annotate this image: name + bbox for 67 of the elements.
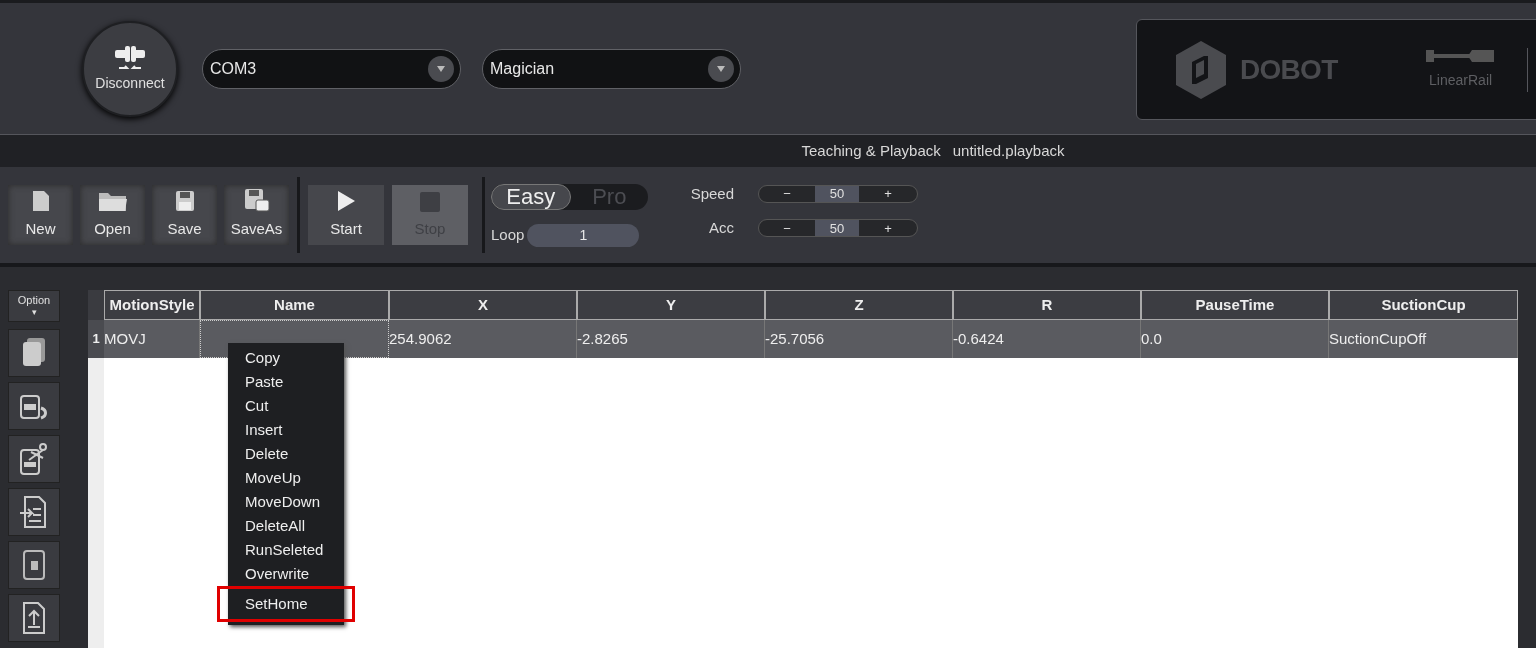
play-icon <box>336 189 356 212</box>
loop-field[interactable]: 1 <box>527 223 640 247</box>
column-header[interactable]: Z <box>765 290 953 320</box>
menu-item[interactable]: Insert <box>228 418 344 442</box>
menu-item[interactable]: Copy <box>228 346 344 370</box>
table-cell: -0.6424 <box>953 320 1141 358</box>
stepper-label: Acc <box>708 218 734 238</box>
logo-text: DOBOT <box>1240 52 1338 87</box>
option-button[interactable]: Option ▾ <box>8 290 60 322</box>
toolbar-button[interactable]: New <box>8 185 73 245</box>
menu-item[interactable]: Cut <box>228 394 344 418</box>
side-tool-button[interactable] <box>8 382 60 430</box>
column-header[interactable]: Y <box>577 290 765 320</box>
table-cell: SuctionCupOff <box>1329 320 1518 358</box>
stop-icon <box>420 191 440 212</box>
side-tool-button[interactable] <box>8 594 60 642</box>
disconnect-button[interactable]: Disconnect <box>82 20 178 117</box>
table-cell: -25.7056 <box>765 320 953 358</box>
dropdown-caret-icon <box>428 55 454 82</box>
toolbar-button[interactable]: SaveAs <box>224 185 289 245</box>
side-tool-button[interactable] <box>8 488 60 536</box>
device-dropdown[interactable]: Magician <box>482 48 741 89</box>
mode-tab[interactable]: Easy <box>491 183 571 210</box>
table-cell: 0.0 <box>1141 320 1329 358</box>
side-tool-button[interactable] <box>8 435 60 483</box>
upload-document-icon <box>22 601 46 635</box>
toolbar-button[interactable]: Start <box>308 185 384 245</box>
loop-label: Loop <box>491 224 525 245</box>
module-title: Teaching & Playback <box>801 140 941 161</box>
column-header[interactable]: SuctionCup <box>1329 290 1518 320</box>
column-header[interactable]: PauseTime <box>1141 290 1329 320</box>
menu-item[interactable]: MoveUp <box>228 466 344 490</box>
document-icon <box>22 549 46 581</box>
header-corner <box>88 290 104 320</box>
row-number: 1 <box>88 320 104 358</box>
file-name: untitled.playback <box>952 140 1065 161</box>
stepper-control[interactable]: − 50 + <box>758 219 918 238</box>
accessory-label: LinearRail <box>1429 71 1493 90</box>
menu-item[interactable]: Overwrite <box>228 562 344 586</box>
insert-document-icon <box>19 495 49 529</box>
linear-rail-icon <box>1425 48 1496 64</box>
floppy-disk-copy-icon <box>243 187 270 212</box>
menu-item[interactable]: MoveDown <box>228 490 344 514</box>
column-header[interactable]: Name <box>200 290 389 320</box>
column-header[interactable]: R <box>953 290 1141 320</box>
port-dropdown[interactable]: COM3 <box>202 48 461 89</box>
column-header[interactable]: X <box>389 290 577 320</box>
hexagon-logo-icon <box>1174 39 1228 100</box>
side-tool-button[interactable] <box>8 541 60 589</box>
column-header[interactable]: MotionStyle <box>104 290 200 320</box>
table-cell: MOVJ <box>104 320 200 358</box>
stepper-control[interactable]: − 50 + <box>758 184 918 203</box>
dropdown-caret-icon <box>708 55 734 82</box>
copy-document-icon <box>21 337 47 369</box>
menu-item[interactable]: DeleteAll <box>228 514 344 538</box>
document-icon <box>31 189 50 212</box>
menu-item[interactable]: Delete <box>228 442 344 466</box>
cut-document-icon <box>19 442 49 476</box>
menu-item[interactable]: SetHome <box>228 592 344 616</box>
table-cell: 254.9062 <box>389 320 577 358</box>
side-tool-button[interactable] <box>8 329 60 377</box>
toolbar-button[interactable]: Save <box>152 185 217 245</box>
menu-item[interactable]: RunSeleted <box>228 538 344 562</box>
table-cell: -2.8265 <box>577 320 765 358</box>
menu-item[interactable]: Paste <box>228 370 344 394</box>
stepper-label: Speed <box>689 183 734 204</box>
toolbar-button[interactable]: Open <box>80 185 145 245</box>
